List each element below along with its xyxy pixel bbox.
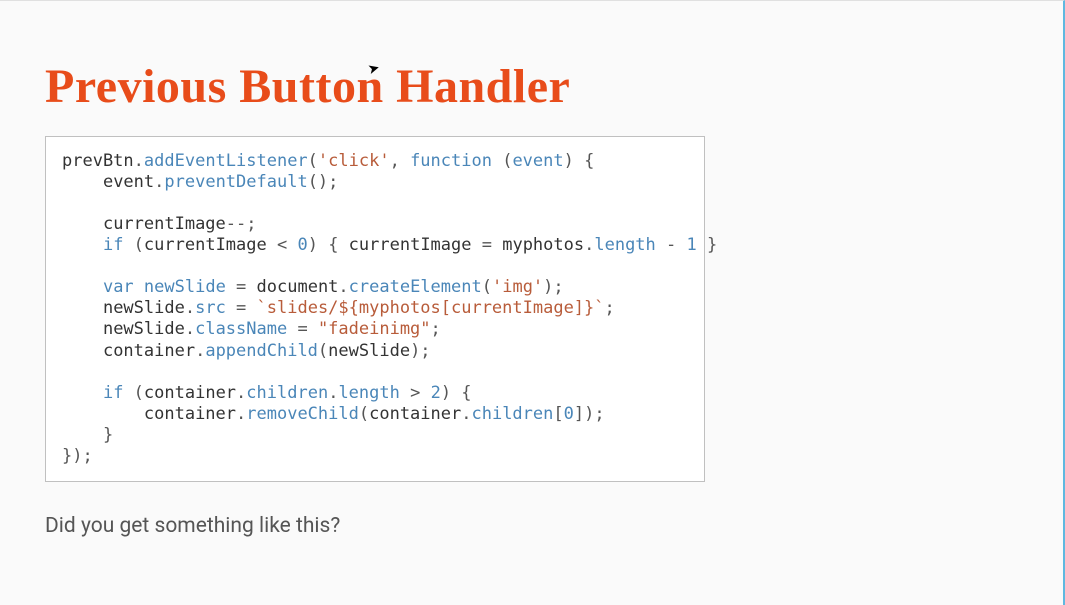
- code-token-param: newSlide: [144, 277, 226, 297]
- code-token-string: 'click': [318, 151, 390, 171]
- code-token-ident: currentImage: [349, 235, 472, 255]
- code-token-punct: ) {: [564, 151, 595, 171]
- code-block: prevBtn.addEventListener('click', functi…: [45, 136, 705, 482]
- code-token-punct: .: [154, 172, 164, 192]
- code-token-string: 'img': [492, 277, 543, 297]
- code-token-punct: ) {: [308, 235, 349, 255]
- slide-caption: Did you get something like this?: [45, 514, 1018, 538]
- code-token-method: removeChild: [246, 404, 359, 424]
- code-token-punct: .: [236, 383, 246, 403]
- code-token-punct: ();: [308, 172, 339, 192]
- code-token-punct: =: [226, 277, 257, 297]
- code-token-punct: .: [195, 341, 205, 361]
- code-token-punct: =: [472, 235, 503, 255]
- code-token-string: `slides/${myphotos[currentImage]}`: [257, 298, 605, 318]
- code-token-method: addEventListener: [144, 151, 308, 171]
- code-token-punct: =: [226, 298, 257, 318]
- slide-title: Previous Button Handler: [45, 61, 1018, 114]
- code-token-punct: >: [400, 383, 431, 403]
- code-token-punct: (: [318, 341, 328, 361]
- code-token-method: length: [338, 383, 399, 403]
- code-token-punct: }: [697, 235, 717, 255]
- code-token-ident: document: [257, 277, 339, 297]
- code-token-punct: ,: [390, 151, 410, 171]
- code-token-method: appendChild: [205, 341, 318, 361]
- code-token-keyword: if: [103, 383, 123, 403]
- code-token-ident: prevBtn: [62, 151, 134, 171]
- code-token-punct: (: [123, 235, 143, 255]
- code-token-punct: .: [328, 383, 338, 403]
- code-token-method: className: [195, 319, 287, 339]
- code-token-punct: <: [267, 235, 298, 255]
- code-token-punct: --;: [226, 214, 257, 234]
- code-token-keyword: if: [103, 235, 123, 255]
- code-token-punct: ]);: [574, 404, 605, 424]
- code-token-keyword: var: [103, 277, 134, 297]
- code-token-keyword: function: [410, 151, 492, 171]
- code-token-number: 1: [687, 235, 697, 255]
- code-token-punct: }: [103, 425, 113, 445]
- code-token-punct: );: [543, 277, 563, 297]
- code-token-punct: (: [123, 383, 143, 403]
- code-token-method: createElement: [349, 277, 482, 297]
- code-token-method: preventDefault: [164, 172, 307, 192]
- code-token-punct: -: [656, 235, 687, 255]
- code-token-punct: });: [62, 446, 93, 466]
- code-token-param: event: [512, 151, 563, 171]
- code-token-ident: currentImage: [144, 235, 267, 255]
- code-token-string: "fadeinimg": [318, 319, 431, 339]
- code-token-ident: event: [103, 172, 154, 192]
- code-token-punct: .: [185, 298, 195, 318]
- code-token-method: src: [195, 298, 226, 318]
- code-token-punct: (: [482, 277, 492, 297]
- code-token-punct: );: [410, 341, 430, 361]
- code-token-punct: ;: [431, 319, 441, 339]
- code-token-ident: newSlide: [103, 298, 185, 318]
- code-token-ident: container: [144, 404, 236, 424]
- code-token-punct: .: [185, 319, 195, 339]
- code-token-ident: newSlide: [103, 319, 185, 339]
- code-token-ident: newSlide: [328, 341, 410, 361]
- code-token-method: length: [594, 235, 655, 255]
- code-token-punct: .: [236, 404, 246, 424]
- code-token-ident: container: [144, 383, 236, 403]
- code-token-punct: .: [338, 277, 348, 297]
- code-token-ident: myphotos: [502, 235, 584, 255]
- code-token-ident: currentImage: [103, 214, 226, 234]
- code-token-ident: container: [103, 341, 195, 361]
- code-token-method: children: [471, 404, 553, 424]
- code-token-punct: ) {: [441, 383, 472, 403]
- code-token-punct: [: [553, 404, 563, 424]
- code-token-punct: ;: [605, 298, 615, 318]
- code-token-punct: .: [134, 151, 144, 171]
- code-token-punct: (: [492, 151, 512, 171]
- code-token-punct: =: [287, 319, 318, 339]
- code-token-method: children: [246, 383, 328, 403]
- code-token-punct: (: [308, 151, 318, 171]
- code-token-number: 0: [564, 404, 574, 424]
- code-token-number: 0: [297, 235, 307, 255]
- code-token-punct: (: [359, 404, 369, 424]
- code-token-punct: [134, 277, 144, 297]
- code-token-punct: .: [584, 235, 594, 255]
- code-token-punct: .: [461, 404, 471, 424]
- code-token-ident: container: [369, 404, 461, 424]
- code-token-number: 2: [431, 383, 441, 403]
